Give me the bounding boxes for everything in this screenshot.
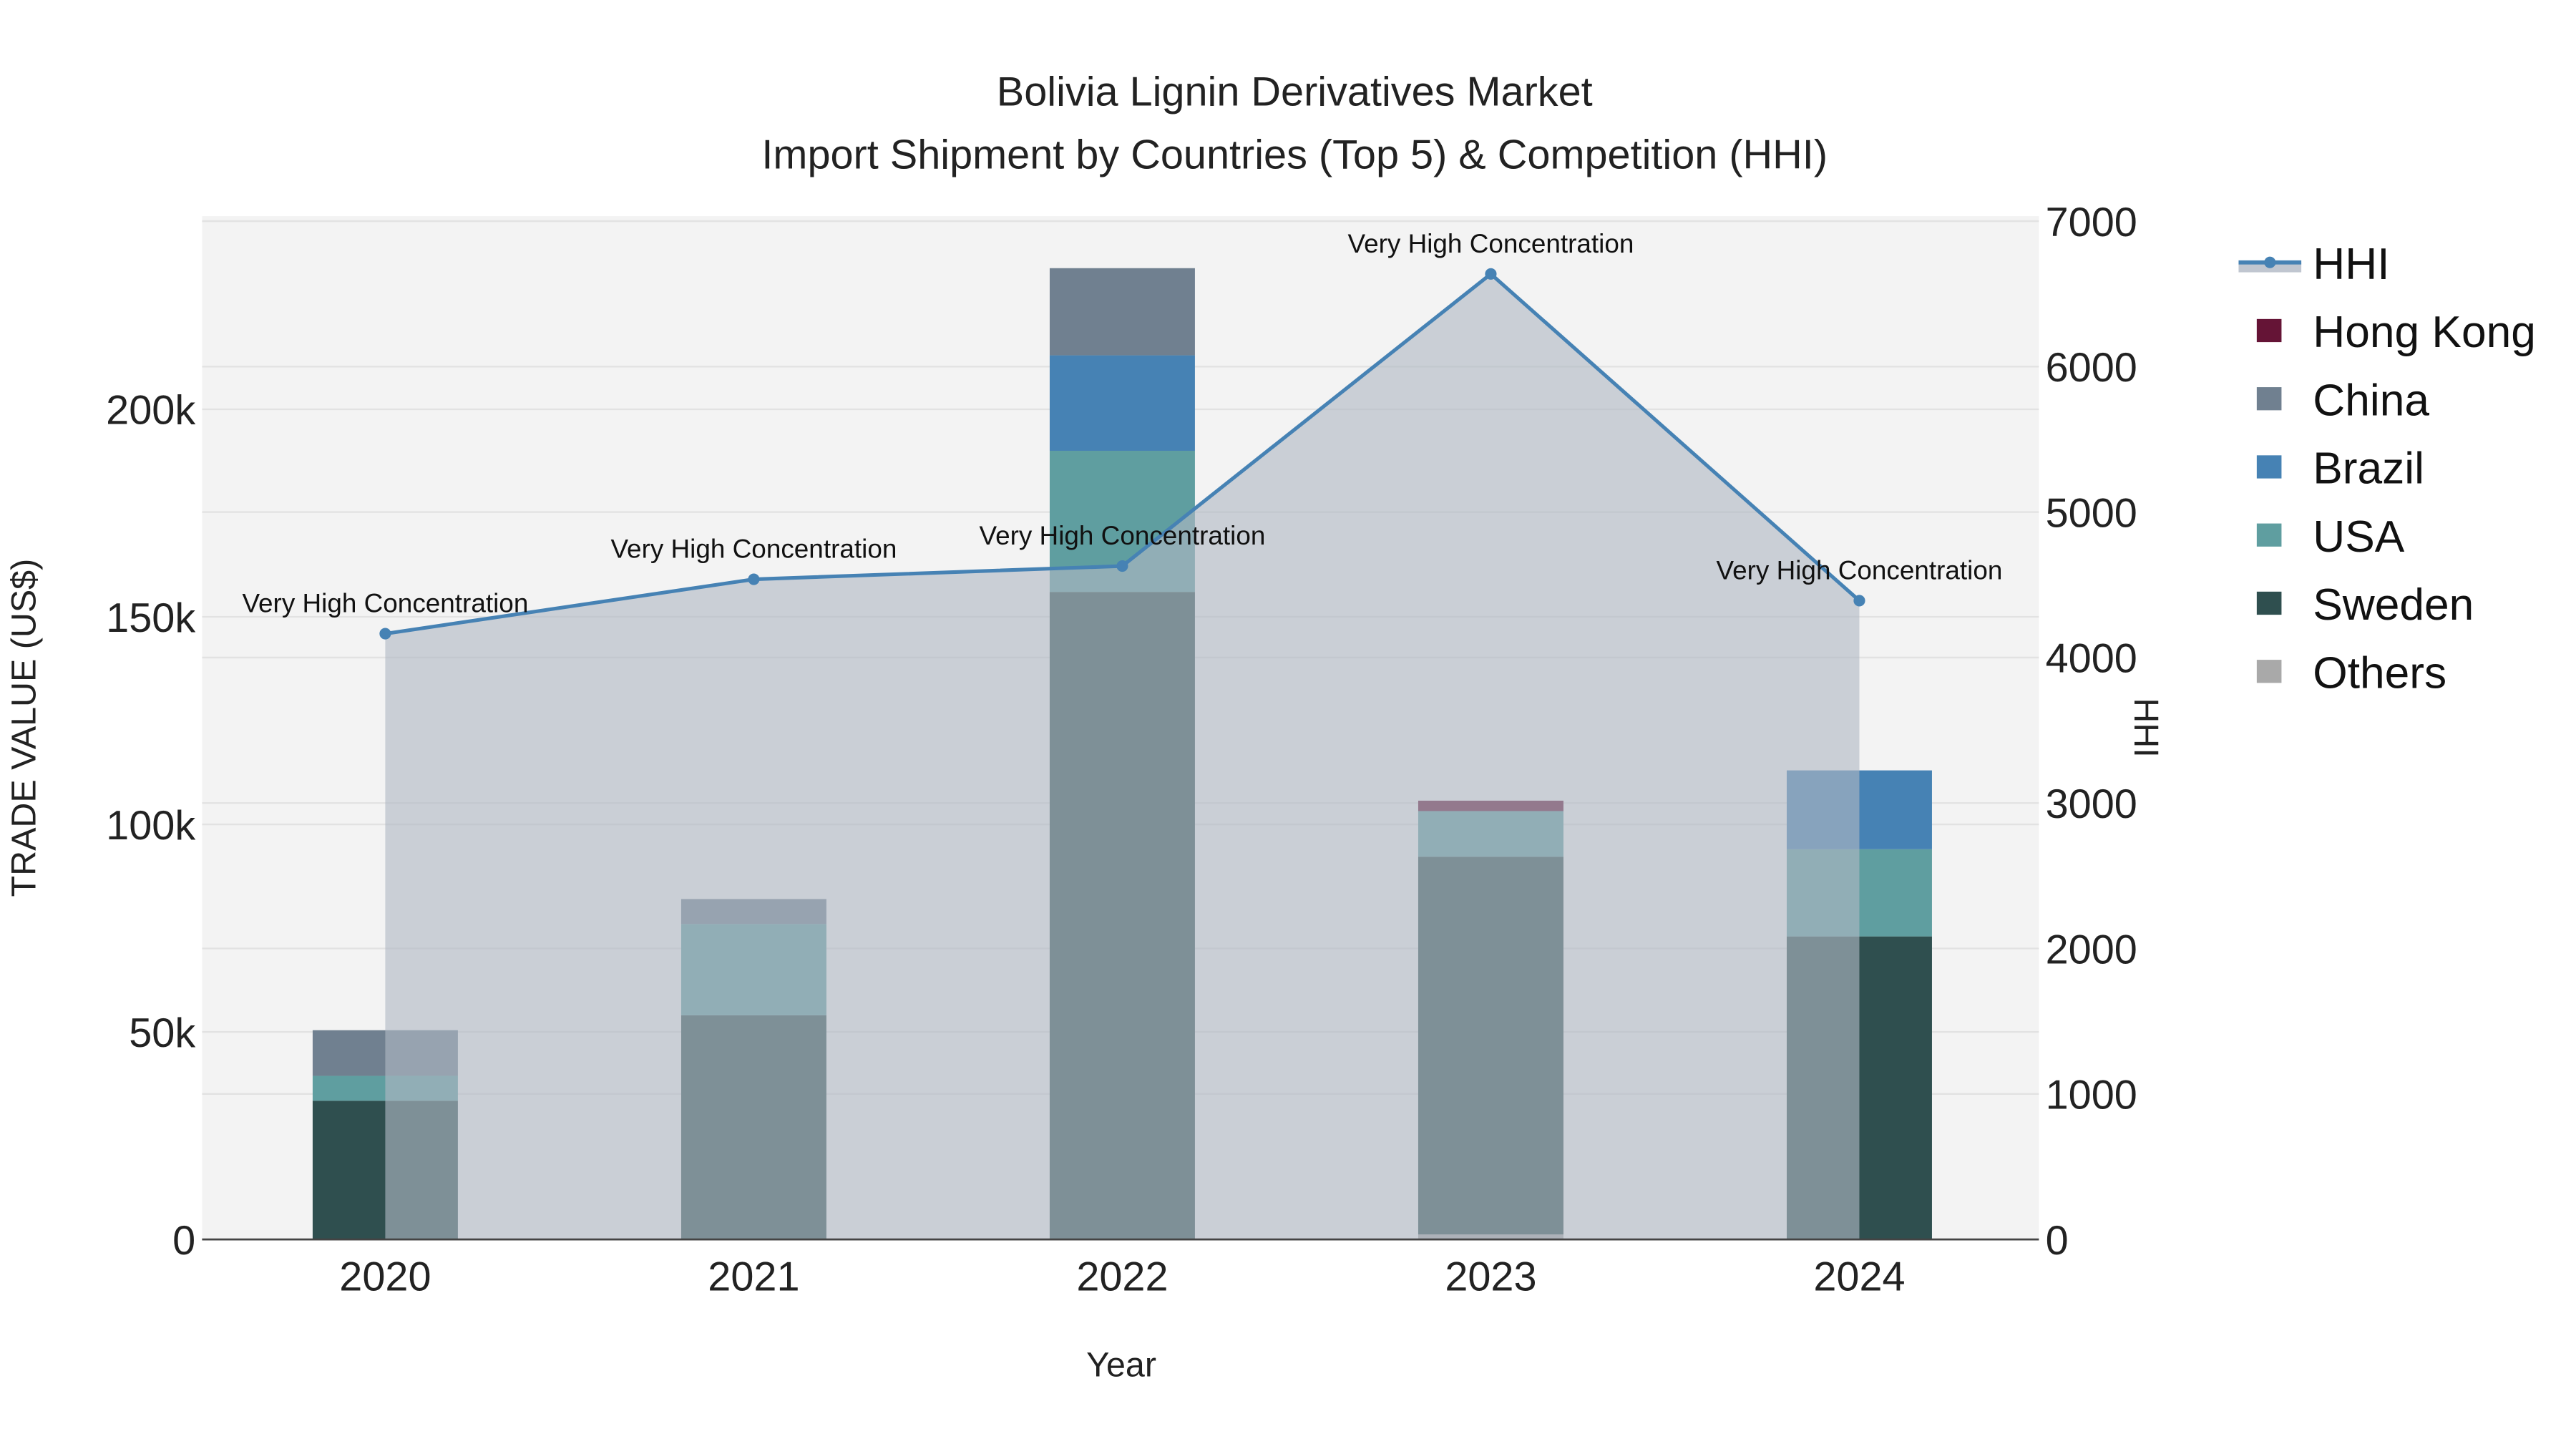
x-tick-label: 2020 <box>339 1254 431 1300</box>
legend-label: Others <box>2313 648 2446 698</box>
x-tick-label: 2021 <box>708 1254 799 1300</box>
legend: HHI Hong Kong China Brazil USA Sweden Others <box>2238 240 2536 698</box>
y2-tick-label: 7000 <box>2046 200 2137 245</box>
y2-tick-label: 4000 <box>2046 636 2137 682</box>
hhi-point <box>748 573 760 585</box>
bar-china-2022 <box>1049 268 1195 356</box>
y2-tick-label: 0 <box>2046 1218 2069 1264</box>
y-tick-label: 50k <box>129 1010 195 1056</box>
legend-label: USA <box>2313 512 2404 562</box>
y-tick-label: 150k <box>106 595 195 641</box>
y2-tick-label: 6000 <box>2046 345 2137 391</box>
y-axis-label: TRADE VALUE (US$) <box>4 559 43 897</box>
legend-swatch-usa <box>2256 523 2282 547</box>
y2-tick-label: 3000 <box>2046 781 2137 827</box>
legend-label: Brazil <box>2313 444 2424 494</box>
bar-brazil-2022 <box>1049 355 1195 451</box>
x-tick-label: 2024 <box>1813 1254 1905 1300</box>
legend-label: HHI <box>2313 240 2389 289</box>
x-axis-label: Year <box>1086 1346 1156 1385</box>
x-tick-label: 2022 <box>1076 1254 1168 1300</box>
legend-label: Hong Kong <box>2313 308 2536 357</box>
y-tick-label: 200k <box>106 388 195 434</box>
y2-tick-label: 1000 <box>2046 1073 2137 1118</box>
hhi-annotation: Very High Concentration <box>242 589 528 618</box>
x-axis-ticks: 2020 2021 2022 2023 2024 <box>339 1254 1905 1300</box>
legend-hhi-marker <box>2264 256 2276 268</box>
legend-label: Sweden <box>2313 580 2474 630</box>
hhi-point <box>1853 595 1865 607</box>
x-tick-label: 2023 <box>1445 1254 1536 1300</box>
hhi-point <box>1485 268 1497 280</box>
y2-axis-label: HHI <box>2127 698 2165 757</box>
y2-tick-label: 5000 <box>2046 490 2137 536</box>
y-tick-label: 100k <box>106 803 195 849</box>
y2-axis-ticks: 0 1000 2000 3000 4000 5000 6000 7000 <box>2046 200 2137 1264</box>
chart-subtitle: Import Shipment by Countries (Top 5) & C… <box>761 132 1828 177</box>
y-tick-label: 0 <box>172 1218 195 1264</box>
y-axis-ticks: 0 50k 100k 150k 200k <box>106 388 195 1264</box>
legend-swatch-china <box>2256 387 2282 411</box>
hhi-point <box>1116 560 1128 572</box>
hhi-annotation: Very High Concentration <box>1717 555 2003 585</box>
legend-swatch-brazil <box>2256 455 2282 479</box>
hhi-point <box>379 628 391 640</box>
hhi-annotation: Very High Concentration <box>610 535 897 564</box>
legend-swatch-others <box>2256 660 2282 683</box>
legend-swatch-sweden <box>2256 591 2282 615</box>
hhi-annotation: Very High Concentration <box>1348 229 1634 258</box>
legend-swatch-hong-kong <box>2256 318 2282 343</box>
y2-tick-label: 2000 <box>2046 927 2137 972</box>
legend-label: China <box>2313 376 2429 425</box>
chart-title: Bolivia Lignin Derivatives Market <box>997 69 1593 115</box>
chart: Bolivia Lignin Derivatives Market Import… <box>4 69 2536 1385</box>
hhi-annotation: Very High Concentration <box>980 521 1266 550</box>
